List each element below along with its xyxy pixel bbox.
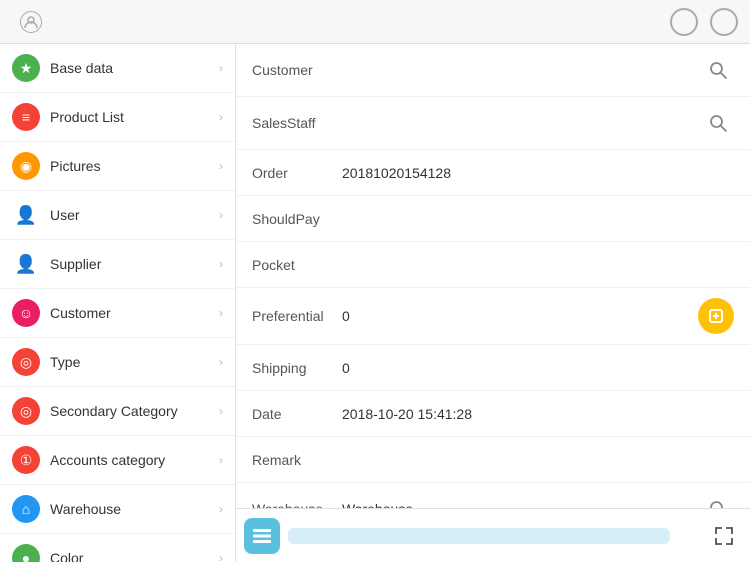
form-value-warehouse[interactable]: Warehouse: [342, 501, 702, 508]
form-label-should-pay: ShouldPay: [252, 211, 342, 227]
form-label-warehouse: Warehouse: [252, 501, 342, 508]
form-search-btn-customer[interactable]: [702, 54, 734, 86]
sidebar-chevron-color: ›: [219, 551, 223, 562]
form-label-customer: Customer: [252, 62, 342, 78]
form-row-shipping: Shipping0: [236, 345, 750, 391]
sidebar-chevron-pictures: ›: [219, 159, 223, 173]
sidebar-label-color: Color: [50, 550, 219, 562]
sidebar-chevron-customer: ›: [219, 306, 223, 320]
form-value-order[interactable]: 20181020154128: [342, 165, 734, 181]
form-label-sales-staff: SalesStaff: [252, 115, 342, 131]
bottom-bar: [236, 508, 750, 562]
app-container: ★Base data›≡Product List›◉Pictures›👤User…: [0, 0, 750, 562]
form-row-date: Date2018-10-20 15:41:28: [236, 391, 750, 437]
header-center: [348, 18, 364, 26]
sidebar-item-user[interactable]: 👤 User›: [0, 191, 235, 240]
sidebar-label-accounts-category: Accounts category: [50, 452, 219, 468]
sidebar-chevron-user: ›: [219, 208, 223, 222]
form-value-preferential[interactable]: 0: [342, 308, 690, 324]
sidebar-chevron-supplier: ›: [219, 257, 223, 271]
form-label-preferential: Preferential: [252, 308, 342, 324]
product-list-tab-label[interactable]: [288, 528, 670, 544]
form-value-shipping[interactable]: 0: [342, 360, 734, 376]
sidebar-item-accounts-category[interactable]: ① Accounts category›: [0, 436, 235, 485]
form-row-remark: Remark: [236, 437, 750, 483]
sidebar-label-secondary-category: Secondary Category: [50, 403, 219, 419]
form-value-date[interactable]: 2018-10-20 15:41:28: [342, 406, 734, 422]
sidebar-chevron-secondary-category: ›: [219, 404, 223, 418]
sidebar-chevron-base-data: ›: [219, 61, 223, 75]
form-row-customer: Customer: [236, 44, 750, 97]
sidebar-icon-color: ●: [12, 544, 40, 562]
sidebar-icon-supplier: 👤: [12, 250, 40, 278]
form-label-remark: Remark: [252, 452, 342, 468]
sidebar-chevron-warehouse: ›: [219, 502, 223, 516]
sidebar-item-type[interactable]: ◎ Type›: [0, 338, 235, 387]
header-right: [670, 8, 738, 36]
expand-button[interactable]: [706, 518, 742, 554]
sidebar-item-color[interactable]: ● Color›: [0, 534, 235, 562]
confirm-button[interactable]: [670, 8, 698, 36]
sidebar-label-supplier: Supplier: [50, 256, 219, 272]
form-row-should-pay: ShouldPay: [236, 196, 750, 242]
sidebar-item-pictures[interactable]: ◉ Pictures›: [0, 142, 235, 191]
form-row-sales-staff: SalesStaff: [236, 97, 750, 150]
sidebar-chevron-product-list: ›: [219, 110, 223, 124]
form-label-order: Order: [252, 165, 342, 181]
close-button[interactable]: [710, 8, 738, 36]
user-icon[interactable]: [20, 11, 42, 33]
sidebar-icon-base-data: ★: [12, 54, 40, 82]
sidebar-item-secondary-category[interactable]: ◎ Secondary Category›: [0, 387, 235, 436]
sidebar-icon-type: ◎: [12, 348, 40, 376]
form-label-shipping: Shipping: [252, 360, 342, 376]
sidebar: ★Base data›≡Product List›◉Pictures›👤User…: [0, 44, 236, 562]
sidebar-icon-warehouse: ⌂: [12, 495, 40, 523]
form-row-preferential: Preferential0: [236, 288, 750, 345]
sidebar-icon-product-list: ≡: [12, 103, 40, 131]
form-label-pocket: Pocket: [252, 257, 342, 273]
sidebar-icon-user: 👤: [12, 201, 40, 229]
sidebar-icon-pictures: ◉: [12, 152, 40, 180]
sidebar-label-product-list: Product List: [50, 109, 219, 125]
form-action-btn-preferential[interactable]: [698, 298, 734, 334]
sidebar-label-pictures: Pictures: [50, 158, 219, 174]
sidebar-label-user: User: [50, 207, 219, 223]
form-label-date: Date: [252, 406, 342, 422]
product-list-tab-icon[interactable]: [244, 518, 280, 554]
form-area: Customer SalesStaff Order20181020154128 Sho…: [236, 44, 750, 508]
sidebar-item-base-data[interactable]: ★ Base data›: [0, 44, 235, 93]
sidebar-item-customer[interactable]: ☺ Customer›: [0, 289, 235, 338]
form-row-pocket: Pocket: [236, 242, 750, 288]
sidebar-icon-accounts-category: ①: [12, 446, 40, 474]
form-search-btn-sales-staff[interactable]: [702, 107, 734, 139]
header-left: [12, 11, 42, 33]
sidebar-label-type: Type: [50, 354, 219, 370]
sidebar-chevron-accounts-category: ›: [219, 453, 223, 467]
sidebar-label-warehouse: Warehouse: [50, 501, 219, 517]
back-button[interactable]: [348, 18, 364, 26]
form-row-order: Order20181020154128: [236, 150, 750, 196]
header: [0, 0, 750, 44]
sidebar-icon-customer: ☺: [12, 299, 40, 327]
sidebar-chevron-type: ›: [219, 355, 223, 369]
right-panel: Customer SalesStaff Order20181020154128 Sho…: [236, 44, 750, 562]
add-button[interactable]: [670, 518, 706, 554]
sidebar-item-supplier[interactable]: 👤 Supplier›: [0, 240, 235, 289]
form-row-warehouse: WarehouseWarehouse: [236, 483, 750, 508]
sidebar-item-warehouse[interactable]: ⌂ Warehouse›: [0, 485, 235, 534]
sidebar-label-base-data: Base data: [50, 60, 219, 76]
form-search-btn-warehouse[interactable]: [702, 493, 734, 508]
main-content: ★Base data›≡Product List›◉Pictures›👤User…: [0, 44, 750, 562]
sidebar-label-customer: Customer: [50, 305, 219, 321]
sidebar-item-product-list[interactable]: ≡ Product List›: [0, 93, 235, 142]
sidebar-icon-secondary-category: ◎: [12, 397, 40, 425]
